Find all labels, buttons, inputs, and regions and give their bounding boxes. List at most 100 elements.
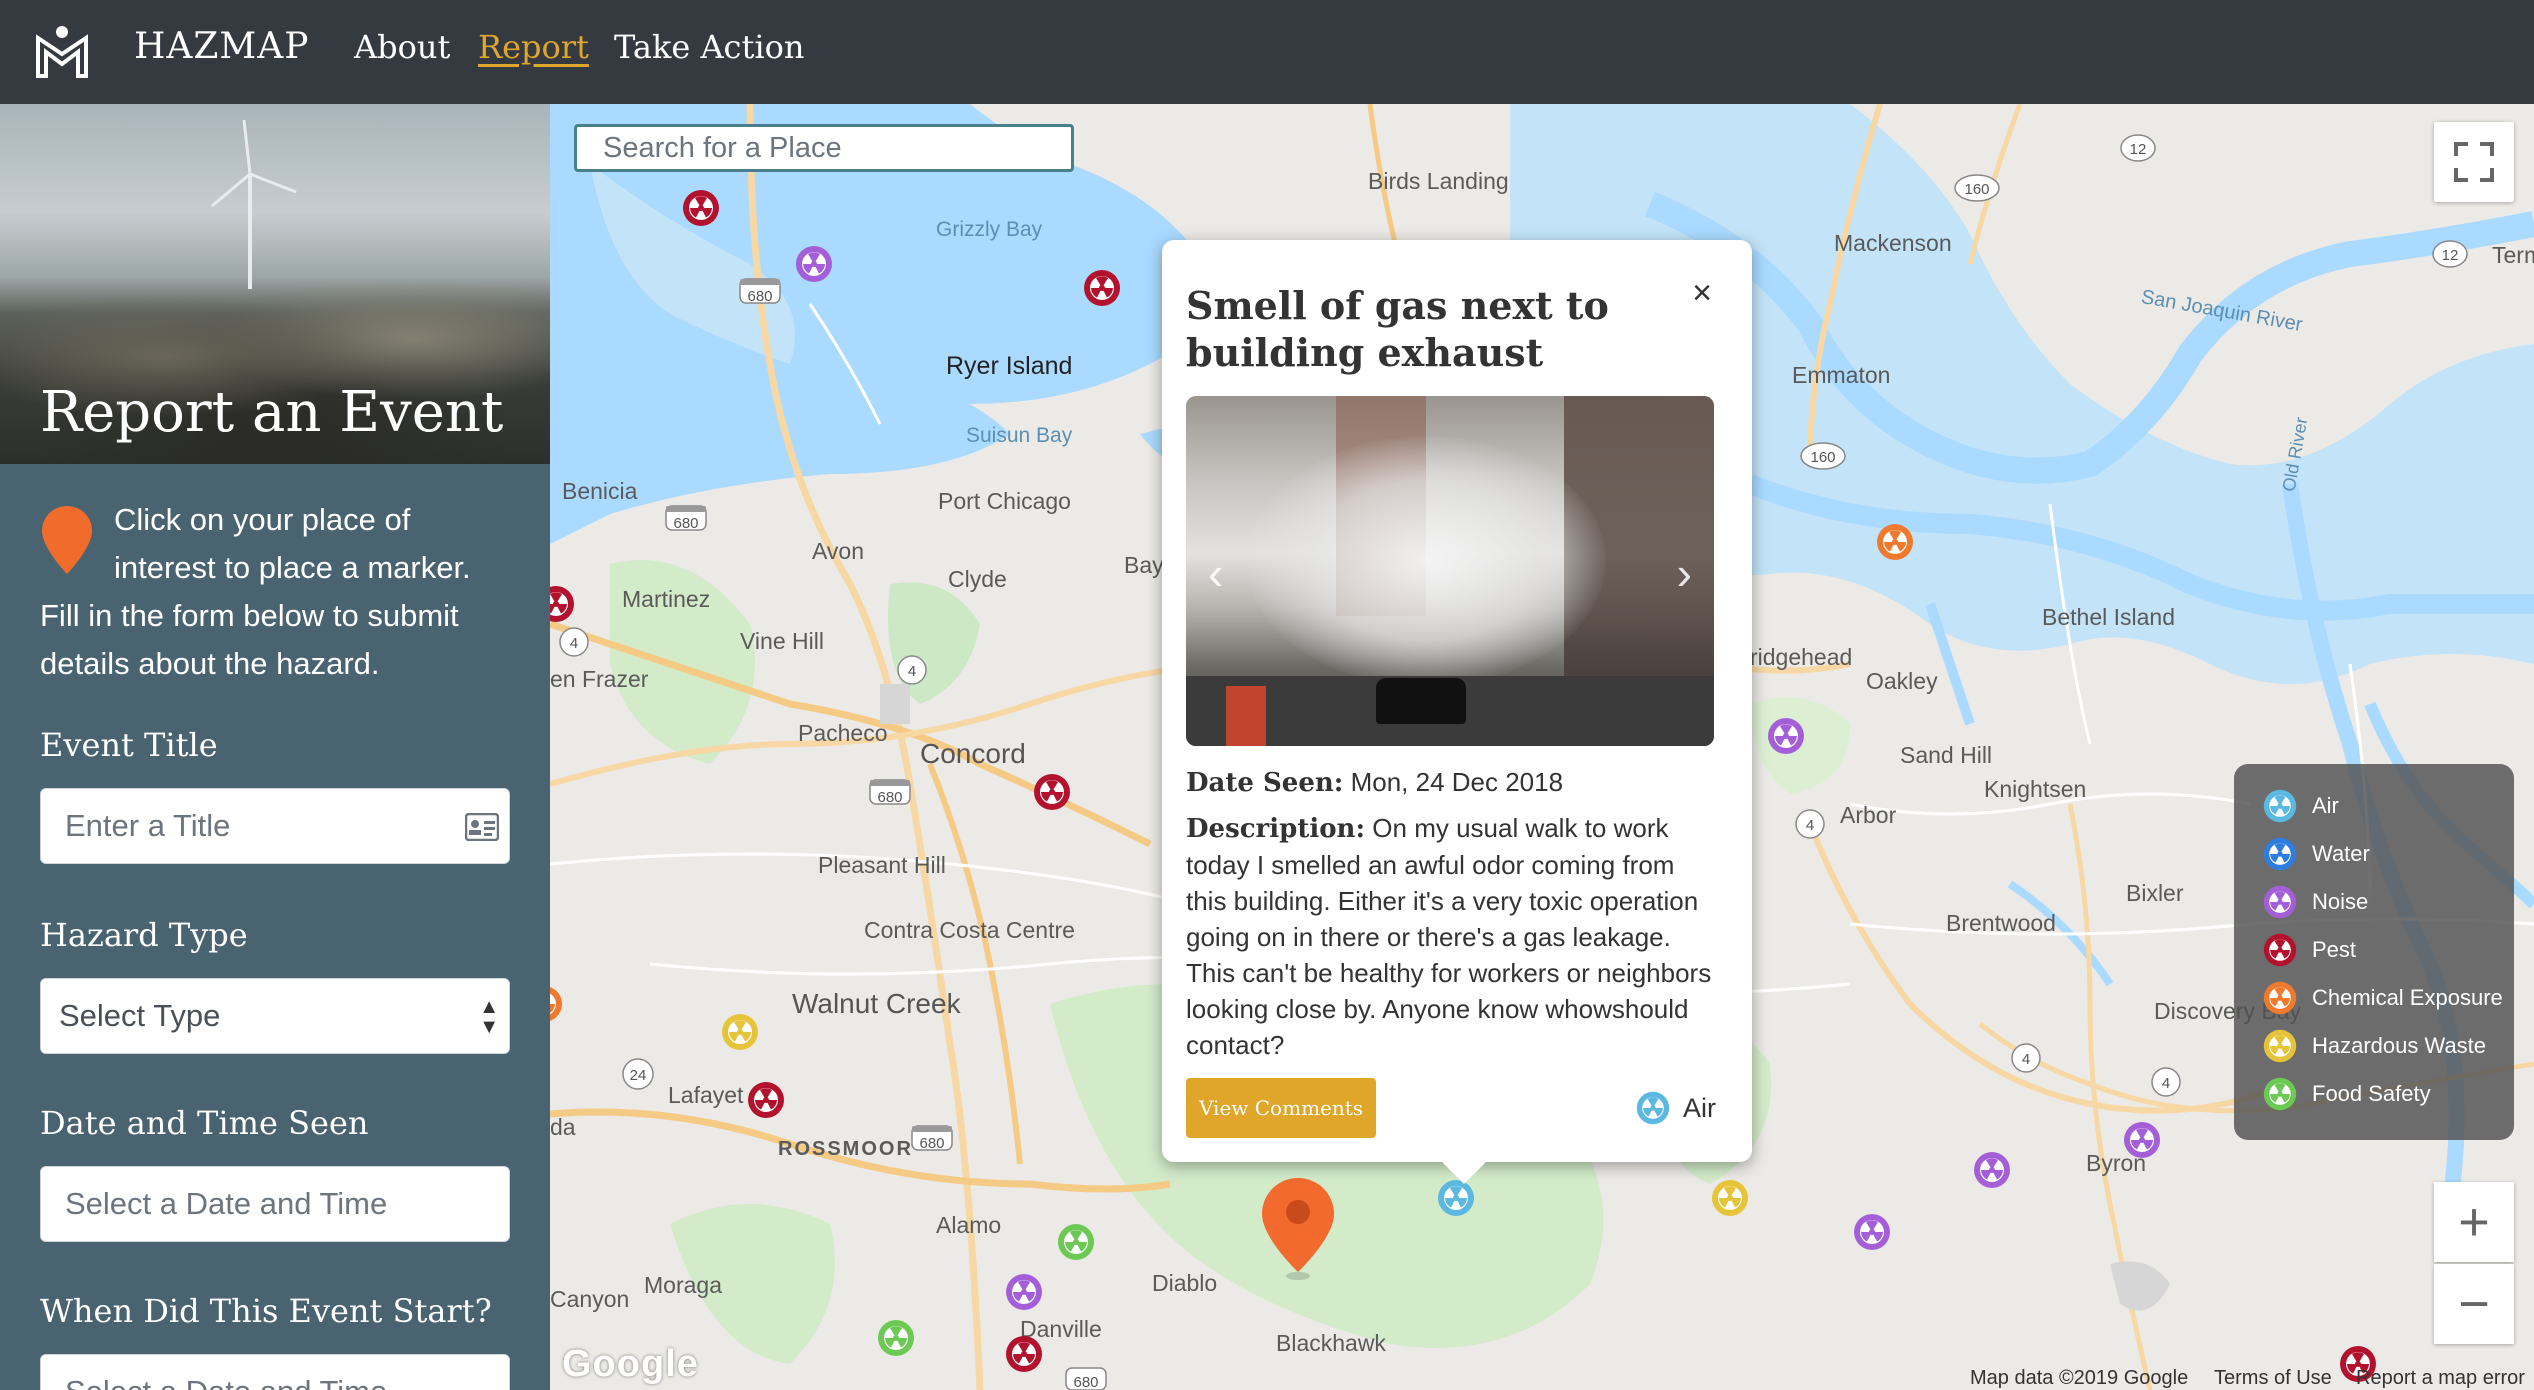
place-canyon: Canyon xyxy=(550,1286,630,1312)
noise-marker[interactable] xyxy=(1004,1272,1044,1312)
description-row: Description: On my usual walk to work to… xyxy=(1186,810,1716,1063)
wind-turbine-image xyxy=(211,119,297,289)
place-term: Term xyxy=(2492,242,2534,268)
hazardous-waste-marker[interactable] xyxy=(1710,1178,1750,1218)
nav-link-report[interactable]: Report xyxy=(478,28,589,66)
place-orinda: da xyxy=(550,1114,576,1140)
place-contra-costa-centre: Contra Costa Centre xyxy=(864,917,1075,943)
description-key: Description: xyxy=(1186,814,1366,844)
route-shield-24: 24 xyxy=(622,1058,654,1090)
legend-item-chemical-exposure[interactable]: Chemical Exposure xyxy=(2262,978,2503,1018)
event-title-input[interactable]: Enter a Title xyxy=(40,788,510,864)
noise-marker[interactable] xyxy=(2122,1120,2162,1160)
event-start-label: When Did This Event Start? xyxy=(40,1292,492,1330)
pest-marker[interactable] xyxy=(746,1080,786,1120)
place-port-chicago: Port Chicago xyxy=(938,488,1071,514)
pest-marker[interactable] xyxy=(1082,268,1122,308)
legend-label: Air xyxy=(2312,793,2339,818)
route-shield-680: 680 xyxy=(739,278,781,305)
route-shield-680-5: 680 xyxy=(1065,1367,1107,1390)
chemical-exposure-marker[interactable] xyxy=(550,984,564,1024)
place-moraga: Moraga xyxy=(644,1272,722,1298)
chevron-right-icon[interactable]: › xyxy=(1677,546,1692,600)
hazmap-logo-icon[interactable] xyxy=(34,24,90,80)
hazardous-waste-marker[interactable] xyxy=(720,1012,760,1052)
pest-marker[interactable] xyxy=(1004,1334,1044,1374)
hazard-legend: Air Water Noise Pest Chemical Exposure H… xyxy=(2234,764,2514,1140)
place-emmaton: Emmaton xyxy=(1792,362,1891,388)
route-shield-680-4: 680 xyxy=(911,1125,953,1152)
place-concord: Concord xyxy=(920,738,1026,769)
legend-item-noise[interactable]: Noise xyxy=(2262,882,2368,922)
description-value: On my usual walk to work today I smelled… xyxy=(1186,813,1712,1060)
svg-text:4: 4 xyxy=(908,663,916,680)
fullscreen-button[interactable] xyxy=(2434,122,2514,202)
place-birds-landing: Birds Landing xyxy=(1368,168,1509,194)
id-card-icon xyxy=(465,813,499,841)
placed-location-pin-icon[interactable] xyxy=(1258,1174,1338,1282)
popup-category-label: Air xyxy=(1683,1092,1716,1123)
place-rossmoor: ROSSMOOR xyxy=(778,1138,913,1160)
air-marker[interactable] xyxy=(1436,1178,1476,1218)
zoom-in-button[interactable]: + xyxy=(2434,1182,2514,1262)
food-safety-marker[interactable] xyxy=(876,1318,916,1358)
date-seen-label: Date and Time Seen xyxy=(40,1104,369,1142)
noise-marker[interactable] xyxy=(794,244,834,284)
noise-marker[interactable] xyxy=(1972,1150,2012,1190)
place-bixler: Bixler xyxy=(2126,880,2184,906)
report-map-error-link[interactable]: Report a map error xyxy=(2356,1367,2525,1390)
date-seen-key: Date Seen: xyxy=(1186,768,1344,798)
food-safety-marker[interactable] xyxy=(1056,1222,1096,1262)
legend-label: Food Safety xyxy=(2312,1081,2431,1106)
nav-link-take-action[interactable]: Take Action xyxy=(614,28,804,66)
svg-text:680: 680 xyxy=(747,288,772,305)
place-frazer: en Frazer xyxy=(550,666,649,692)
route-shield-12-2: 12 xyxy=(2432,240,2468,268)
place-search-input[interactable]: Search for a Place xyxy=(574,124,1074,172)
close-icon[interactable]: × xyxy=(1692,274,1712,313)
pest-marker[interactable] xyxy=(550,584,576,624)
route-shield-4-5: 4 xyxy=(2151,1067,2181,1097)
chevron-left-icon[interactable]: ‹ xyxy=(1208,546,1223,600)
zoom-in-icon: + xyxy=(2458,1192,2490,1252)
event-photo-carousel[interactable]: ‹ › xyxy=(1186,396,1714,746)
brand-name[interactable]: HAZMAP xyxy=(134,26,310,67)
route-shield-4-2: 4 xyxy=(897,655,927,685)
route-shield-4: 4 xyxy=(559,627,589,657)
place-arbor: Arbor xyxy=(1840,802,1897,828)
place-ryer-island: Ryer Island xyxy=(946,352,1073,380)
terms-of-use-link[interactable]: Terms of Use xyxy=(2214,1367,2332,1390)
air-icon xyxy=(1636,1091,1670,1125)
place-pleasant-hill: Pleasant Hill xyxy=(818,852,946,878)
place-search-placeholder: Search for a Place xyxy=(603,131,842,164)
pest-marker[interactable] xyxy=(681,188,721,228)
pest-marker[interactable] xyxy=(1032,772,1072,812)
air-icon xyxy=(2263,789,2297,823)
legend-item-air[interactable]: Air xyxy=(2262,786,2339,826)
svg-text:680: 680 xyxy=(673,515,698,532)
noise-marker[interactable] xyxy=(1852,1212,1892,1252)
popup-title: Smell of gas next to building exhaust xyxy=(1186,283,1609,375)
intro-line-1: Click on your place of interest to place… xyxy=(114,502,471,585)
map-canvas[interactable]: 680 680 680 680 680 4 4 4 4 4 24 160 160… xyxy=(550,104,2534,1390)
legend-item-pest[interactable]: Pest xyxy=(2262,930,2356,970)
event-start-input[interactable]: Select a Date and Time xyxy=(40,1354,510,1390)
hazard-type-select[interactable]: Select Type ▲ ▼ xyxy=(40,978,510,1054)
date-seen-input[interactable]: Select a Date and Time xyxy=(40,1166,510,1242)
legend-item-hazardous-waste[interactable]: Hazardous Waste xyxy=(2262,1026,2486,1066)
place-clyde: Clyde xyxy=(948,566,1007,592)
hazardous-waste-icon xyxy=(2263,1029,2297,1063)
view-comments-button[interactable]: View Comments xyxy=(1186,1078,1376,1138)
event-title-label: Event Title xyxy=(40,726,218,764)
legend-item-food-safety[interactable]: Food Safety xyxy=(2262,1074,2431,1114)
place-martinez: Martinez xyxy=(622,586,711,612)
legend-item-water[interactable]: Water xyxy=(2262,834,2370,874)
zoom-out-button[interactable]: − xyxy=(2434,1264,2514,1344)
place-oakley: Oakley xyxy=(1866,668,1938,694)
svg-text:4: 4 xyxy=(2162,1075,2170,1092)
chemical-exposure-icon xyxy=(2263,981,2297,1015)
chemical-exposure-marker[interactable] xyxy=(1875,522,1915,562)
place-mackenson: Mackenson xyxy=(1834,230,1952,256)
noise-marker[interactable] xyxy=(1766,716,1806,756)
nav-link-about[interactable]: About xyxy=(354,28,450,66)
